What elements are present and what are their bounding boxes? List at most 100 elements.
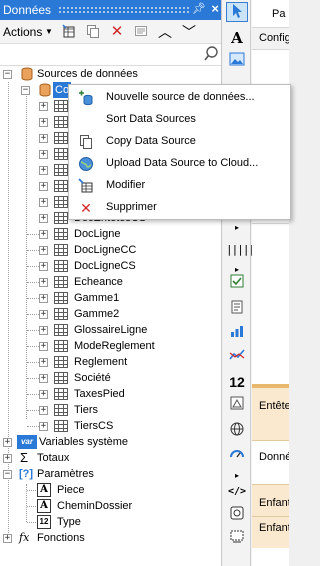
number-param-icon: 12 [37,515,51,529]
search-icon[interactable] [203,45,219,66]
text-icon[interactable]: A [226,28,248,48]
search-input[interactable] [2,46,198,63]
band-child[interactable]: Enfant [252,516,289,548]
tree-node-param[interactable]: A Piece [37,482,187,498]
expand-toggle[interactable]: + [39,390,48,399]
expand-toggle[interactable]: + [39,262,48,271]
band-header[interactable]: Entête [252,388,289,440]
barcode-icon[interactable]: ||||| [226,240,255,260]
tree-node-table[interactable]: + TiersCS [39,418,199,434]
tree-node-datasources[interactable]: − Sources de données [3,66,213,82]
new-datasource-icon [78,90,94,106]
tree-node-functions[interactable]: + fx Fonctions [3,530,203,546]
tree-node-table[interactable]: + Gamme2 [39,306,199,322]
expand-toggle[interactable]: + [39,230,48,239]
tree-node-table[interactable]: + DocLigneCS [39,258,199,274]
tree-node-table[interactable]: + DocLigne [39,226,199,242]
tree-node-table[interactable]: + Gamme1 [39,290,199,306]
copy-icon[interactable] [84,23,102,41]
tree-node-param[interactable]: A CheminDossier [37,498,187,514]
expand-arrow-icon[interactable]: ▸ [226,218,248,238]
properties-icon[interactable] [132,23,150,41]
tree-node-table[interactable]: + [39,114,69,130]
table-label: DocLigneCC [74,244,137,256]
checkbox-icon[interactable] [226,274,248,294]
tree-node-table[interactable]: + [39,98,69,114]
collapse-toggle[interactable]: − [3,70,12,79]
table-icon [54,356,68,368]
band-child[interactable]: Enfant [252,484,289,516]
expand-toggle[interactable]: + [39,326,48,335]
delete-icon[interactable]: ✕ [108,23,126,41]
number-icon[interactable]: 12 [226,372,248,392]
table-icon [54,340,68,352]
new-datasource-icon[interactable] [60,23,78,41]
code-icon[interactable]: </> [226,482,248,502]
chevron-down-icon[interactable]: ﹀ [180,23,198,41]
table-icon [54,100,68,112]
expand-toggle[interactable]: + [39,358,48,367]
tree-node-table[interactable]: + [39,162,69,178]
tree-node-table[interactable]: + DocLigneCC [39,242,199,258]
tree-node-table[interactable]: + [39,194,69,210]
pin-icon[interactable]: 📌︎ [192,2,206,15]
gauge-icon[interactable] [226,396,248,416]
tree-node-table[interactable]: + GlossaireLigne [39,322,199,338]
tree-node-table[interactable]: + [39,178,69,194]
config-tab[interactable]: Configu [252,28,289,50]
tree-node-table[interactable]: + TaxesPied [39,386,199,402]
table-icon [54,116,68,128]
expand-toggle[interactable]: + [39,246,48,255]
pointer-icon[interactable] [226,2,248,22]
caret-down-icon[interactable]: ▼ [44,23,54,41]
tree-node-table[interactable]: + Tiers [39,402,199,418]
band-data[interactable]: Donné [252,440,289,484]
panel-titlebar[interactable]: Données 📌︎ × [0,0,221,20]
close-icon[interactable]: × [211,1,219,16]
signature-icon[interactable] [226,506,248,526]
tree-node-table[interactable]: + Société [39,370,199,386]
bar-chart-icon[interactable] [226,324,248,344]
expand-toggle[interactable]: + [39,406,48,415]
tree-node-table[interactable]: + ModeReglement [39,338,199,354]
expand-toggle[interactable]: + [39,374,48,383]
menu-item-edit[interactable]: Modifier [70,175,289,197]
tree-node-totals[interactable]: + Σ Totaux [3,450,203,466]
speedometer-icon[interactable] [226,446,248,466]
tree-node-params[interactable]: − [?] Paramètres [3,466,203,482]
tree-node-table[interactable]: + [39,130,69,146]
chevron-up-icon[interactable]: ︿ [156,23,174,41]
shape-icon[interactable] [226,530,248,550]
expand-toggle[interactable]: + [39,342,48,351]
expand-toggle[interactable]: + [39,294,48,303]
menu-item-upload[interactable]: Upload Data Source to Cloud... [70,153,289,175]
tree-node-table[interactable]: + Reglement [39,354,199,370]
expand-toggle[interactable]: + [39,278,48,287]
table-label: ModeReglement [74,340,155,352]
menu-item-delete[interactable]: ✕ Supprimer [70,197,289,219]
menu-item-sort[interactable]: Sort Data Sources [70,109,289,131]
table-icon [54,196,68,208]
expand-toggle[interactable]: + [39,422,48,431]
tree-node-param[interactable]: 12 Type [37,514,187,530]
drag-grip[interactable] [58,6,190,14]
menu-item-new-datasource[interactable]: Nouvelle source de données... [70,87,289,109]
tree-node-table[interactable]: + Echeance [39,274,199,290]
variable-icon: var [17,435,37,449]
collapse-toggle[interactable]: − [21,86,30,95]
tree-node-table[interactable]: + [39,146,69,162]
search-box [0,44,221,66]
table-icon [54,132,68,144]
globe-icon[interactable] [226,422,248,442]
tab-page[interactable]: Pa [252,0,289,28]
line-chart-icon[interactable] [226,348,248,368]
tree-node-variables[interactable]: + var Variables système [3,434,203,450]
menu-item-copy[interactable]: Copy Data Source [70,131,289,153]
table-icon [54,244,68,256]
expand-toggle[interactable]: + [39,310,48,319]
document-icon[interactable] [226,300,248,320]
table-label: TiersCS [74,420,114,432]
image-icon[interactable] [226,52,248,72]
actions-menu[interactable]: Actions [3,23,43,41]
text-param-icon: A [37,483,51,497]
